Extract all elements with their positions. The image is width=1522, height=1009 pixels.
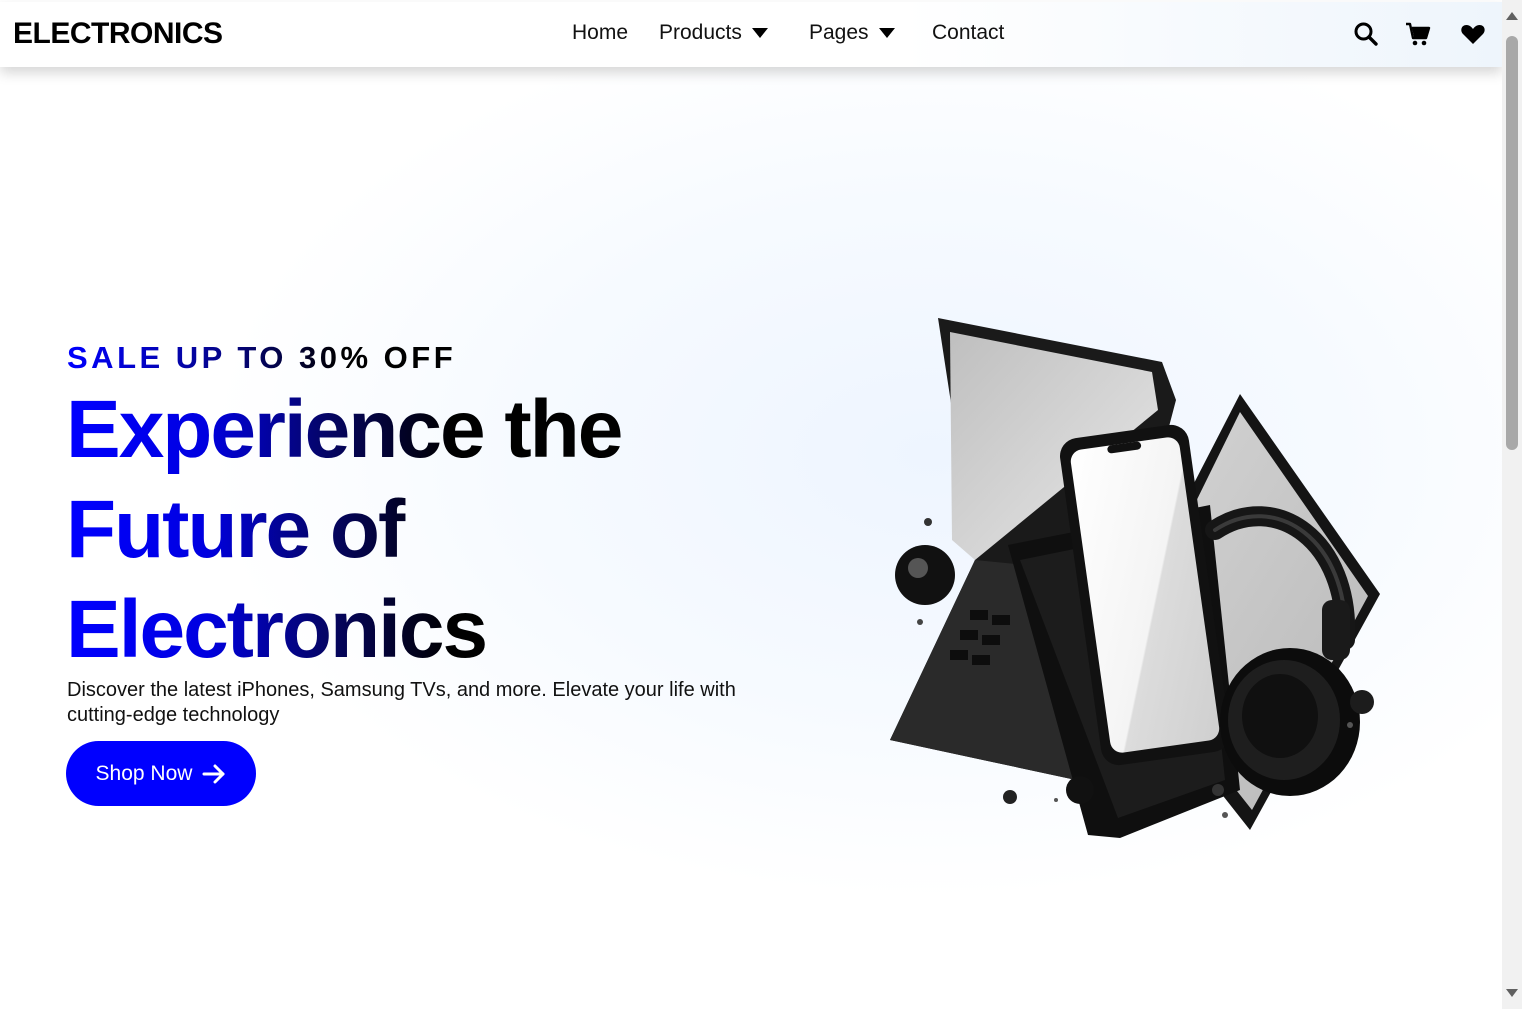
nav-item-contact[interactable]: Contact — [932, 21, 1004, 45]
scroll-down-arrow-icon[interactable] — [1505, 987, 1519, 999]
nav-item-label: Pages — [809, 21, 869, 44]
site-logo[interactable]: ELECTRONICS — [13, 17, 223, 51]
scrollbar-thumb[interactable] — [1506, 36, 1518, 450]
hero-headline: Experience the Future of Electronics — [66, 380, 766, 680]
caret-down-icon — [751, 28, 768, 38]
headline-line: Electronics — [66, 584, 487, 675]
arrow-right-icon — [202, 764, 225, 783]
nav-item-home[interactable]: Home — [572, 21, 628, 45]
shop-now-button[interactable]: Shop Now — [66, 741, 256, 806]
hero-devices-image — [890, 318, 1380, 838]
sale-tagline: SALE UP TO 30% OFF — [67, 340, 457, 375]
vertical-scrollbar[interactable] — [1502, 0, 1522, 1009]
site-header: ELECTRONICS Home Products Pages Contact — [0, 2, 1502, 67]
page: ELECTRONICS Home Products Pages Contact — [0, 0, 1502, 1009]
search-icon[interactable] — [1353, 21, 1379, 47]
cart-icon[interactable] — [1405, 21, 1431, 47]
shop-now-label: Shop Now — [95, 761, 193, 785]
headline-line: Future of — [66, 484, 404, 575]
nav-item-label: Products — [659, 21, 742, 44]
heart-icon[interactable] — [1460, 21, 1486, 47]
headline-line: Experience the — [66, 384, 622, 475]
hero-description: Discover the latest iPhones, Samsung TVs… — [67, 679, 736, 726]
nav-item-label: Home — [572, 21, 629, 44]
nav-item-products[interactable]: Products — [659, 21, 769, 45]
nav-item-pages[interactable]: Pages — [809, 21, 896, 45]
scroll-up-arrow-icon[interactable] — [1505, 10, 1519, 22]
nav-item-label: Contact — [932, 21, 1005, 44]
caret-down-icon — [878, 28, 895, 38]
